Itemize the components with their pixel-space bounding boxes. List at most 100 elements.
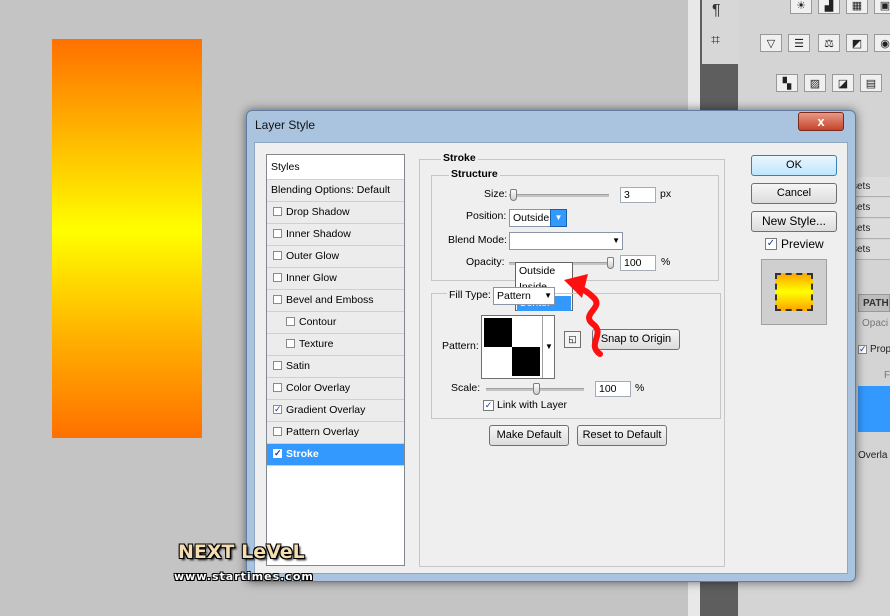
close-button[interactable]: x — [798, 112, 844, 131]
color-overlay-checkbox[interactable] — [273, 383, 282, 392]
tool-column: ¶ ⌗ — [702, 0, 738, 64]
inner-glow-checkbox[interactable] — [273, 273, 282, 282]
layer-set-row[interactable]: sets — [850, 177, 890, 197]
chevron-down-icon: ▼ — [544, 291, 552, 300]
link-with-layer-checkbox[interactable]: ✓ — [483, 400, 494, 411]
size-input[interactable]: 3 — [620, 187, 656, 203]
new-style-button[interactable]: New Style... — [751, 211, 837, 232]
scale-slider-thumb[interactable] — [533, 383, 540, 395]
style-item-label: Pattern Overlay — [286, 426, 359, 438]
color-balance-icon[interactable]: ⚖ — [818, 34, 840, 52]
structure-title: Structure — [449, 168, 500, 180]
invert-icon[interactable]: ▚ — [776, 74, 798, 92]
layer-set-row[interactable]: sets — [850, 219, 890, 239]
style-item-label: Inner Shadow — [286, 228, 351, 240]
pattern-label: Pattern: — [442, 340, 479, 352]
background-checkbox[interactable]: ✓ — [858, 345, 867, 354]
style-item-satin[interactable]: Satin — [267, 356, 404, 378]
chevron-down-icon: ▼ — [612, 236, 620, 245]
style-item-pattern-overlay[interactable]: Pattern Overlay — [267, 422, 404, 444]
opacity-unit: % — [661, 256, 671, 268]
curves-icon[interactable]: ▦ — [846, 0, 868, 14]
make-default-button[interactable]: Make Default — [489, 425, 569, 446]
texture-checkbox[interactable] — [286, 339, 295, 348]
size-slider-thumb[interactable] — [510, 189, 517, 201]
gradient-rectangle — [52, 39, 202, 438]
vibrance-icon[interactable]: ▽ — [760, 34, 782, 52]
styles-header-label: Styles — [271, 161, 300, 173]
style-item-label: Contour — [299, 316, 337, 328]
brightness-icon[interactable]: ☀ — [790, 0, 812, 14]
size-unit: px — [660, 188, 672, 200]
blend-mode-dropdown[interactable]: ▼ — [509, 232, 623, 250]
fill-type-label: Fill Type: — [447, 289, 493, 301]
scale-label: Scale: — [451, 382, 481, 394]
style-item-inner-shadow[interactable]: Inner Shadow — [267, 224, 404, 246]
scale-input[interactable]: 100 — [595, 381, 631, 397]
size-slider[interactable] — [509, 194, 609, 197]
contour-checkbox[interactable] — [286, 317, 295, 326]
chevron-down-icon[interactable]: ▼ — [542, 316, 555, 378]
opacity-input[interactable]: 100 — [620, 255, 656, 271]
layer-set-row[interactable]: sets — [850, 198, 890, 218]
inner-shadow-checkbox[interactable] — [273, 229, 282, 238]
ok-button[interactable]: OK — [751, 155, 837, 176]
stroke-checkbox[interactable]: ✓ — [273, 449, 282, 458]
satin-checkbox[interactable] — [273, 361, 282, 370]
blending-options-item[interactable]: Blending Options: Default — [267, 180, 404, 202]
cancel-button[interactable]: Cancel — [751, 183, 837, 204]
outer-glow-checkbox[interactable] — [273, 251, 282, 260]
style-item-drop-shadow[interactable]: Drop Shadow — [267, 202, 404, 224]
stroke-title: Stroke — [441, 152, 478, 164]
gradient-map-icon[interactable]: ▤ — [860, 74, 882, 92]
pattern-cell — [484, 318, 512, 347]
layer-set-row[interactable]: sets — [850, 240, 890, 260]
posterize-icon[interactable]: ▨ — [804, 74, 826, 92]
threshold-icon[interactable]: ◪ — [832, 74, 854, 92]
tab-paths[interactable]: PATH — [858, 294, 890, 312]
black-white-icon[interactable]: ◩ — [846, 34, 868, 52]
style-item-label: Stroke — [286, 448, 319, 460]
link-with-layer-label: Link with Layer — [497, 399, 568, 411]
style-item-gradient-overlay[interactable]: ✓ Gradient Overlay — [267, 400, 404, 422]
paragraph-icon[interactable]: ¶ — [712, 2, 721, 20]
position-value: Outside — [513, 212, 550, 224]
gradient-overlay-checkbox[interactable]: ✓ — [273, 405, 282, 414]
style-item-label: Outer Glow — [286, 250, 340, 262]
styles-header[interactable]: Styles — [267, 155, 404, 180]
position-label: Position: — [466, 210, 507, 222]
style-item-contour[interactable]: Contour — [267, 312, 404, 334]
reset-to-default-button[interactable]: Reset to Default — [577, 425, 667, 446]
levels-icon[interactable]: ▟ — [818, 0, 840, 14]
preview-label: Preview — [781, 237, 824, 251]
pattern-picker[interactable]: ▼ — [481, 315, 555, 379]
opacity-label: Opacity: — [466, 256, 505, 268]
crop-icon[interactable]: ⌗ — [711, 32, 720, 50]
watermark-url: www.startimes.com — [174, 570, 314, 583]
style-item-texture[interactable]: Texture — [267, 334, 404, 356]
pattern-cell — [512, 347, 540, 376]
style-item-outer-glow[interactable]: Outer Glow — [267, 246, 404, 268]
style-item-color-overlay[interactable]: Color Overlay — [267, 378, 404, 400]
drop-shadow-checkbox[interactable] — [273, 207, 282, 216]
style-item-label: Gradient Overlay — [286, 404, 366, 416]
style-item-label: Bevel and Emboss — [286, 294, 374, 306]
fill-type-value: Pattern — [497, 290, 531, 302]
selected-layer-row[interactable] — [858, 386, 890, 432]
annotation-arrow-icon — [564, 274, 603, 357]
chevron-down-icon[interactable]: ▼ — [550, 209, 567, 227]
styles-list: Styles Blending Options: Default Drop Sh… — [266, 154, 405, 566]
style-item-bevel-emboss[interactable]: Bevel and Emboss — [267, 290, 404, 312]
photo-filter-icon[interactable]: ◉ — [874, 34, 890, 52]
style-item-label: Texture — [299, 338, 334, 350]
style-item-stroke[interactable]: ✓ Stroke — [267, 444, 404, 466]
exposure-icon[interactable]: ▣ — [874, 0, 890, 14]
watermark-title: NEXT LeVeL — [178, 541, 305, 563]
fill-type-dropdown[interactable]: Pattern ▼ — [493, 287, 555, 305]
pattern-overlay-checkbox[interactable] — [273, 427, 282, 436]
preview-checkbox[interactable]: ✓ — [765, 238, 777, 250]
hue-saturation-icon[interactable]: ☰ — [788, 34, 810, 52]
bevel-emboss-checkbox[interactable] — [273, 295, 282, 304]
style-item-inner-glow[interactable]: Inner Glow — [267, 268, 404, 290]
layer-style-dialog: Layer Style x Styles Blending Options: D… — [246, 110, 856, 582]
